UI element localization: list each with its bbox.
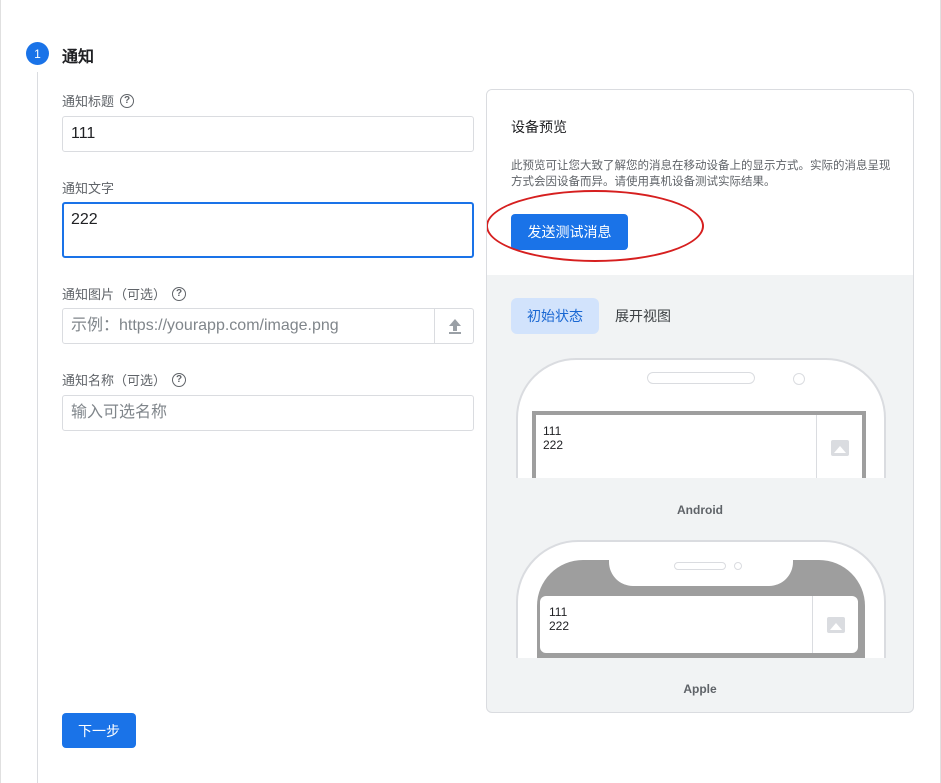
camera-icon xyxy=(734,562,742,570)
image-icon xyxy=(826,616,845,633)
notification-text: 222 xyxy=(549,619,570,633)
camera-icon xyxy=(793,373,805,385)
android-notification: 111 222 xyxy=(536,415,862,478)
notification-text: 222 xyxy=(543,438,564,452)
apple-phone-mockup: 111 222 xyxy=(516,540,886,658)
apple-label: Apple xyxy=(683,682,717,696)
tab-expanded-view[interactable]: 展开视图 xyxy=(607,298,679,334)
preview-header: 设备预览 此预览可让您大致了解您的消息在移动设备上的显示方式。实际的消息呈现方式… xyxy=(487,90,913,275)
text-label-text: 通知文字 xyxy=(62,181,115,196)
tab-initial-state[interactable]: 初始状态 xyxy=(511,298,599,334)
notification-title-value: 111 xyxy=(71,125,96,142)
annotation-ellipse xyxy=(487,190,704,262)
speaker-icon xyxy=(674,562,726,570)
apple-screen: 111 222 xyxy=(537,560,865,658)
notification-text-input[interactable]: 222 xyxy=(62,202,474,258)
next-step-button[interactable]: 下一步 xyxy=(62,713,136,748)
step-title: 通知 xyxy=(62,49,95,66)
notification-title: 111 xyxy=(543,424,562,438)
image-label-text: 通知图片（可选） xyxy=(62,287,167,302)
upload-button[interactable] xyxy=(434,308,474,344)
notification-image-input[interactable]: 示例：https://yourapp.com/image.png xyxy=(62,308,474,344)
help-icon[interactable]: ? xyxy=(172,286,187,301)
name-field-label: 通知名称（可选） ? xyxy=(62,370,187,389)
help-icon[interactable]: ? xyxy=(120,93,135,108)
device-preview-panel: 设备预览 此预览可让您大致了解您的消息在移动设备上的显示方式。实际的消息呈现方式… xyxy=(486,89,914,713)
title-field-label: 通知标题 ? xyxy=(62,91,135,110)
upload-icon xyxy=(448,319,461,334)
name-placeholder: 输入可选名称 xyxy=(71,404,168,421)
notification-name-input[interactable]: 输入可选名称 xyxy=(62,395,474,431)
notification-image-slot xyxy=(812,596,858,653)
speaker-icon xyxy=(647,372,755,384)
notification-title: 111 xyxy=(549,605,568,619)
image-url-placeholder: 示例：https://yourapp.com/image.png xyxy=(71,317,339,334)
android-label: Android xyxy=(677,503,723,517)
notch xyxy=(609,560,793,586)
step-number-badge: 1 xyxy=(26,42,49,65)
apple-notification: 111 222 xyxy=(540,596,858,653)
android-phone-mockup: 111 222 xyxy=(516,358,886,478)
image-field-label: 通知图片（可选） ? xyxy=(62,284,187,303)
notification-title-input[interactable]: 111 xyxy=(62,116,474,152)
image-icon xyxy=(830,440,849,456)
help-icon[interactable]: ? xyxy=(172,372,187,387)
notification-image-slot xyxy=(816,415,862,478)
android-screen: 111 222 xyxy=(532,411,866,478)
title-label-text: 通知标题 xyxy=(62,94,115,109)
preview-description: 此预览可让您大致了解您的消息在移动设备上的显示方式。实际的消息呈现方式会因设备而… xyxy=(511,160,891,188)
step-connector-line xyxy=(37,72,38,783)
notification-text-value: 222 xyxy=(71,211,98,228)
text-field-label: 通知文字 xyxy=(62,178,114,197)
preview-title: 设备预览 xyxy=(511,119,567,135)
name-label-text: 通知名称（可选） xyxy=(62,373,167,388)
